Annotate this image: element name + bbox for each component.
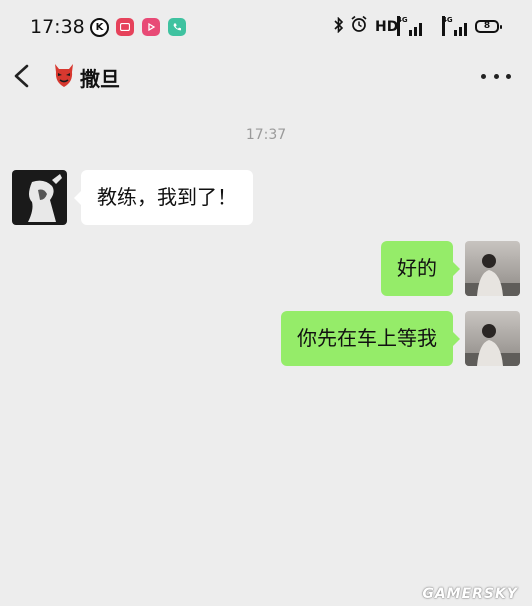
tv-app-icon (116, 18, 134, 36)
signal-strength-icon-2: 4G (442, 16, 470, 36)
phone-app-icon (168, 18, 186, 36)
user-avatar[interactable] (465, 311, 520, 366)
watermark: GAMERSKY (422, 586, 518, 602)
network-4g-label-2: 4G (442, 16, 453, 36)
network-4g-label: 4G (397, 16, 408, 36)
bubble-tail (74, 191, 81, 205)
back-arrow-icon[interactable] (10, 62, 34, 90)
battery-icon: 8 (475, 20, 502, 33)
sent-message-bubble[interactable]: 好的 (381, 241, 453, 296)
user-avatar[interactable] (465, 241, 520, 296)
devil-mask-icon (52, 62, 76, 88)
status-time: 17:38 (30, 16, 85, 38)
sent-message-bubble[interactable]: 你先在车上等我 (281, 311, 453, 366)
contact-name: 撒旦 (80, 67, 120, 91)
hd-label: HD (375, 19, 399, 35)
k-circle-icon: K (90, 18, 109, 37)
video-play-app-icon (142, 18, 160, 36)
battery-level: 8 (483, 21, 491, 31)
contact-avatar[interactable] (12, 170, 67, 225)
more-options-icon[interactable] (481, 74, 511, 80)
received-message-bubble[interactable]: 教练，我到了！ (81, 170, 253, 225)
signal-strength-icon: 4G (397, 16, 425, 36)
message-timestamp: 17:37 (245, 127, 287, 143)
alarm-clock-icon (350, 15, 368, 38)
bubble-tail (453, 262, 460, 276)
bluetooth-icon (333, 16, 345, 37)
bubble-tail (453, 332, 460, 346)
